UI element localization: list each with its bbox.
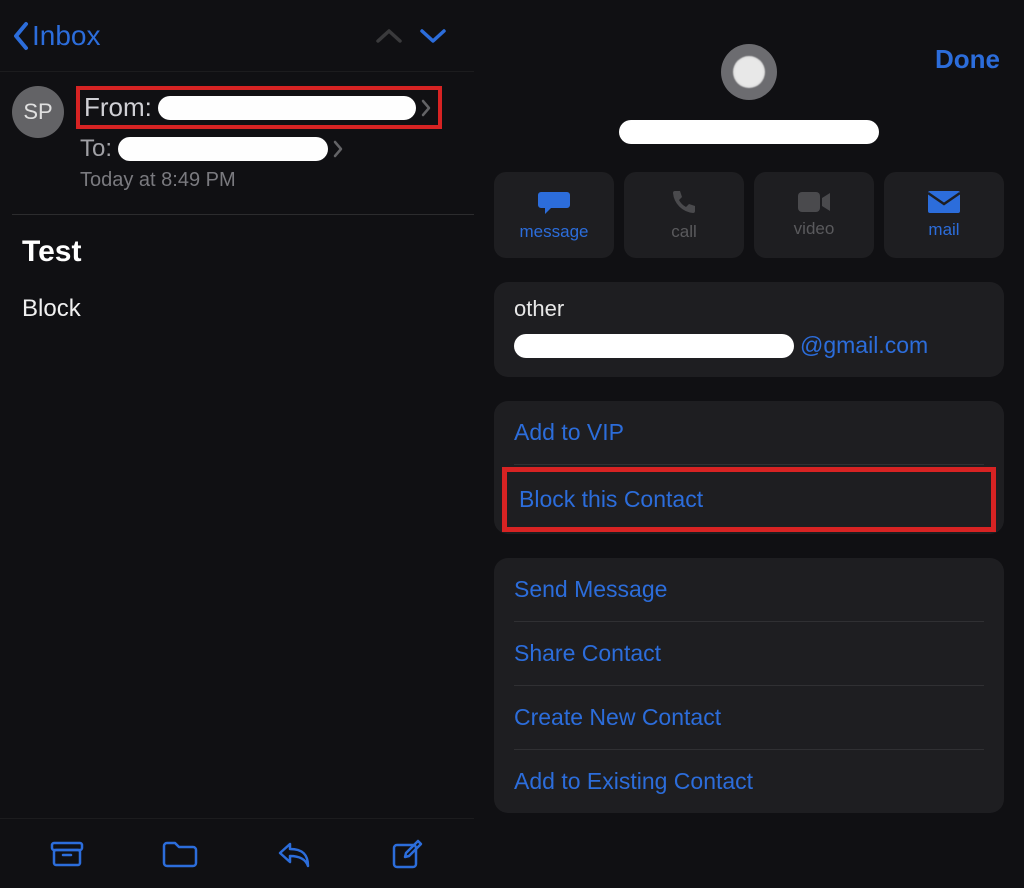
email-value-redacted <box>514 334 794 358</box>
message-body: Block <box>0 289 474 329</box>
video-icon <box>797 191 831 213</box>
contact-avatar[interactable] <box>721 44 777 100</box>
chevron-up-icon <box>374 26 404 46</box>
share-contact-button[interactable]: Share Contact <box>494 622 1004 685</box>
archive-button[interactable] <box>47 834 87 874</box>
move-button[interactable] <box>160 834 200 874</box>
previous-message-button[interactable] <box>374 26 418 46</box>
action-label: call <box>671 222 697 242</box>
email-type-label: other <box>514 296 984 322</box>
folder-icon <box>161 839 199 869</box>
message-action[interactable]: message <box>494 172 614 258</box>
email-card: other @gmail.com <box>494 282 1004 377</box>
block-contact-button[interactable]: Block this Contact <box>502 467 996 532</box>
sender-avatar[interactable]: SP <box>12 86 64 138</box>
separator <box>514 464 984 465</box>
email-field[interactable]: other @gmail.com <box>494 282 1004 377</box>
compose-icon <box>391 838 423 870</box>
action-label: video <box>794 219 835 239</box>
message-subject: Test <box>0 215 474 289</box>
mail-icon <box>927 190 961 214</box>
contact-name-redacted <box>619 120 879 144</box>
contact-header: Done <box>474 0 1024 148</box>
chevron-left-icon <box>12 21 30 51</box>
phone-icon <box>670 188 698 216</box>
add-to-vip-button[interactable]: Add to VIP <box>494 401 1004 464</box>
message-header: SP From: To: Today at 8:49 PM <box>0 72 474 192</box>
back-label: Inbox <box>32 20 101 52</box>
from-row[interactable]: From: <box>76 86 442 129</box>
contact-card-pane: Done message call video <box>474 0 1024 888</box>
archive-icon <box>50 839 84 869</box>
chevron-right-icon <box>332 139 344 159</box>
video-action[interactable]: video <box>754 172 874 258</box>
bottom-toolbar <box>0 818 474 888</box>
email-suffix: @gmail.com <box>800 332 928 359</box>
next-message-button[interactable] <box>418 26 462 46</box>
create-new-contact-button[interactable]: Create New Contact <box>494 686 1004 749</box>
from-value-redacted <box>158 96 416 120</box>
nav-bar: Inbox <box>0 0 474 72</box>
message-icon <box>537 188 571 216</box>
chevron-down-icon <box>418 26 448 46</box>
add-to-existing-contact-button[interactable]: Add to Existing Contact <box>494 750 1004 813</box>
action-label: mail <box>928 220 959 240</box>
to-row[interactable]: To: <box>76 133 462 165</box>
message-date: Today at 8:49 PM <box>76 169 462 192</box>
mail-action[interactable]: mail <box>884 172 1004 258</box>
contact-actions-card: Send Message Share Contact Create New Co… <box>494 558 1004 813</box>
back-button[interactable]: Inbox <box>12 20 101 52</box>
call-action[interactable]: call <box>624 172 744 258</box>
vip-block-card: Add to VIP Block this Contact <box>494 401 1004 534</box>
send-message-button[interactable]: Send Message <box>494 558 1004 621</box>
done-button[interactable]: Done <box>935 44 1000 75</box>
contact-action-row: message call video mail <box>474 148 1024 274</box>
compose-button[interactable] <box>387 834 427 874</box>
from-label: From: <box>84 92 152 123</box>
to-value-redacted <box>118 137 328 161</box>
reply-button[interactable] <box>274 834 314 874</box>
chevron-right-icon <box>420 98 432 118</box>
to-label: To: <box>80 135 112 163</box>
mail-message-pane: Inbox SP From: To: <box>0 0 474 888</box>
action-label: message <box>520 222 589 242</box>
reply-icon <box>276 839 312 869</box>
